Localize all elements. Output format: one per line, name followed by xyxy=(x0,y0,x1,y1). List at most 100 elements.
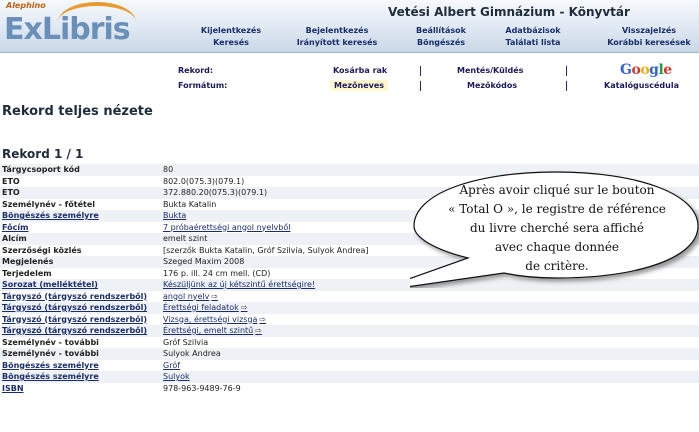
field-value[interactable]: 7 próbaérettségi angol nyelvből xyxy=(163,222,290,234)
rekord-label: Rekord: xyxy=(178,66,214,75)
page-title: Rekord teljes nézete xyxy=(2,104,153,119)
nav-link-feedback[interactable]: Visszajelzés xyxy=(602,25,696,37)
divider xyxy=(566,66,567,76)
alephino-label: Alephino xyxy=(6,1,46,10)
field-value: 372.880.20(075.3)(079.1) xyxy=(163,187,267,199)
field-value-text: 176 p. ill. 24 cm mell. (CD) xyxy=(163,268,271,278)
table-row: Böngészés személyre Gróf xyxy=(0,360,699,372)
table-row: Tárgyszó (tárgyszó rendszerből) Érettségi… xyxy=(0,325,699,337)
field-value-text: 80 xyxy=(163,165,174,174)
callout-text: Après avoir cliqué sur le bouton « Total… xyxy=(425,181,689,276)
field-label[interactable]: Tárgyszó (tárgyszó rendszerből) xyxy=(2,314,147,326)
nav-link-settings[interactable]: Beállítások xyxy=(410,25,472,37)
format-field-names-link[interactable]: Mezőneves xyxy=(330,80,389,91)
field-label[interactable]: Böngészés személyre xyxy=(2,210,99,222)
field-label: Terjedelem xyxy=(2,268,52,278)
field-value[interactable]: Vizsga, érettségi vizsga ⇨ xyxy=(163,314,266,326)
field-value-text[interactable]: 7 próbaérettségi angol nyelvből xyxy=(163,223,290,232)
nav-link-previous-searches[interactable]: Korábbi keresések xyxy=(602,37,696,49)
nav-item-feedback-history[interactable]: Visszajelzés Korábbi keresések xyxy=(602,25,696,49)
nav-link-search[interactable]: Keresés xyxy=(200,37,262,49)
field-value[interactable]: Érettségi feladatok ⇨ xyxy=(163,302,248,314)
field-value: 802.0(075.3)(079.1) xyxy=(163,176,244,188)
google-search-icon[interactable]: Google xyxy=(620,62,672,78)
field-value-text: 372.880.20(075.3)(079.1) xyxy=(163,188,268,197)
nav-link-databases[interactable]: Adatbázisok xyxy=(500,25,566,37)
callout-line: Après avoir cliqué sur le bouton xyxy=(459,183,655,197)
field-value-text[interactable]: Sulyok xyxy=(163,372,190,381)
format-field-codes-link[interactable]: Mezőkódos xyxy=(467,81,517,90)
field-value[interactable]: Érettségi, emelt szintű ⇨ xyxy=(163,325,262,337)
field-value[interactable]: angol nyelv ⇨ xyxy=(163,291,218,303)
nav-link-login[interactable]: Bejelentkezés xyxy=(292,25,382,37)
field-value[interactable]: Sulyok xyxy=(163,371,190,383)
divider xyxy=(420,81,421,91)
save-send-link[interactable]: Mentés/Küldés xyxy=(457,66,523,75)
field-value: Sulyok Andrea xyxy=(163,348,221,360)
field-label[interactable]: Főcím xyxy=(2,222,28,234)
field-label[interactable]: Tárgyszó (tárgyszó rendszerből) xyxy=(2,302,147,314)
nav-link-result-list[interactable]: Találati lista xyxy=(500,37,566,49)
nav-item-login-guided[interactable]: Bejelentkezés Irányított keresés xyxy=(292,25,382,49)
field-value-text: [szerzők Bukta Katalin, Gróf Szilvia, Su… xyxy=(163,245,369,255)
field-value: Bukta Katalin xyxy=(163,199,216,211)
field-label: Személynév - főtétel xyxy=(2,199,96,209)
catalog-card-link[interactable]: Katalóguscédula xyxy=(604,81,679,90)
nav-item-settings-browse[interactable]: Beállítások Böngészés xyxy=(410,25,472,49)
field-value-text[interactable]: Bukta xyxy=(163,211,186,220)
field-label[interactable]: Tárgyszó (tárgyszó rendszerből) xyxy=(2,291,147,303)
nav-link-logout[interactable]: Kijelentkezés xyxy=(200,25,262,37)
field-label[interactable]: Sorozat (melléktétel) xyxy=(2,279,98,291)
callout-line: « Total O », le registre de référence xyxy=(448,202,666,216)
divider xyxy=(566,81,567,91)
callout-line: avec chaque donnée xyxy=(494,240,620,254)
field-value[interactable]: Bukta xyxy=(163,210,186,222)
field-value-text: Gróf Szilvia xyxy=(163,337,209,347)
arrow-right-icon[interactable]: ⇨ xyxy=(259,315,266,324)
arrow-right-icon[interactable]: ⇨ xyxy=(255,326,262,335)
field-value-text: Szeged Maxim 2008 xyxy=(163,257,245,266)
field-value-text[interactable]: Érettségi, emelt szintű xyxy=(163,326,253,335)
callout-line: de critère. xyxy=(525,259,589,273)
library-name: Vetési Albert Gimnázium - Könyvtár xyxy=(388,5,630,19)
table-row: ISBN 978-963-9489-76-9 xyxy=(0,383,699,395)
record-counter: Rekord 1 / 1 xyxy=(2,147,84,161)
field-value-text[interactable]: Érettségi feladatok xyxy=(163,303,239,312)
field-value: Gróf Szilvia xyxy=(163,337,208,349)
field-label[interactable]: Tárgyszó (tárgyszó rendszerből) xyxy=(2,325,147,337)
field-value-text: 802.0(075.3)(079.1) xyxy=(163,176,245,186)
field-label[interactable]: ISBN xyxy=(2,383,24,395)
nav-link-browse[interactable]: Böngészés xyxy=(410,37,472,49)
field-value-text[interactable]: Gróf xyxy=(163,361,180,370)
nav-item-databases-results[interactable]: Adatbázisok Találati lista xyxy=(500,25,566,49)
field-value[interactable]: Készüljünk az új kétszintű érettségire! xyxy=(163,279,315,291)
field-value: 176 p. ill. 24 cm mell. (CD) xyxy=(163,268,270,280)
nav-item-logout-search[interactable]: Kijelentkezés Keresés xyxy=(200,25,262,49)
field-label[interactable]: Böngészés személyre xyxy=(2,360,99,372)
field-label[interactable]: Böngészés személyre xyxy=(2,371,99,383)
field-value-text[interactable]: Készüljünk az új kétszintű érettségire! xyxy=(163,280,315,289)
divider xyxy=(420,66,421,76)
formatum-label: Formátum: xyxy=(178,81,228,90)
field-label: ETO xyxy=(2,176,20,186)
field-value-text[interactable]: angol nyelv xyxy=(163,292,209,301)
arrow-right-icon[interactable]: ⇨ xyxy=(211,292,218,301)
callout-line: du livre cherché sera affiché xyxy=(469,221,645,235)
field-value-text[interactable]: Vizsga, érettségi vizsga xyxy=(163,315,257,324)
field-label: Személynév - további xyxy=(2,349,99,358)
add-to-basket-link[interactable]: Kosárba rak xyxy=(333,66,387,75)
field-value: 978-963-9489-76-9 xyxy=(163,383,241,395)
arrow-right-icon[interactable]: ⇨ xyxy=(241,303,248,312)
table-row: Böngészés személyre Sulyok xyxy=(0,371,699,383)
field-value: 80 xyxy=(163,164,173,176)
exlibris-logo: ExLibris xyxy=(4,12,131,47)
nav-link-guided-search[interactable]: Irányított keresés xyxy=(292,37,382,49)
field-label: Szerzőségi közlés xyxy=(2,245,82,255)
table-row: Személynév - további Gróf Szilvia xyxy=(0,337,699,349)
field-value[interactable]: Gróf xyxy=(163,360,180,372)
field-label: Megjelenés xyxy=(2,257,54,266)
field-label: ETO xyxy=(2,188,20,197)
field-value: [szerzők Bukta Katalin, Gróf Szilvia, Su… xyxy=(163,245,368,257)
field-value-text: 978-963-9489-76-9 xyxy=(163,383,241,393)
field-label: Alcím xyxy=(2,234,27,243)
